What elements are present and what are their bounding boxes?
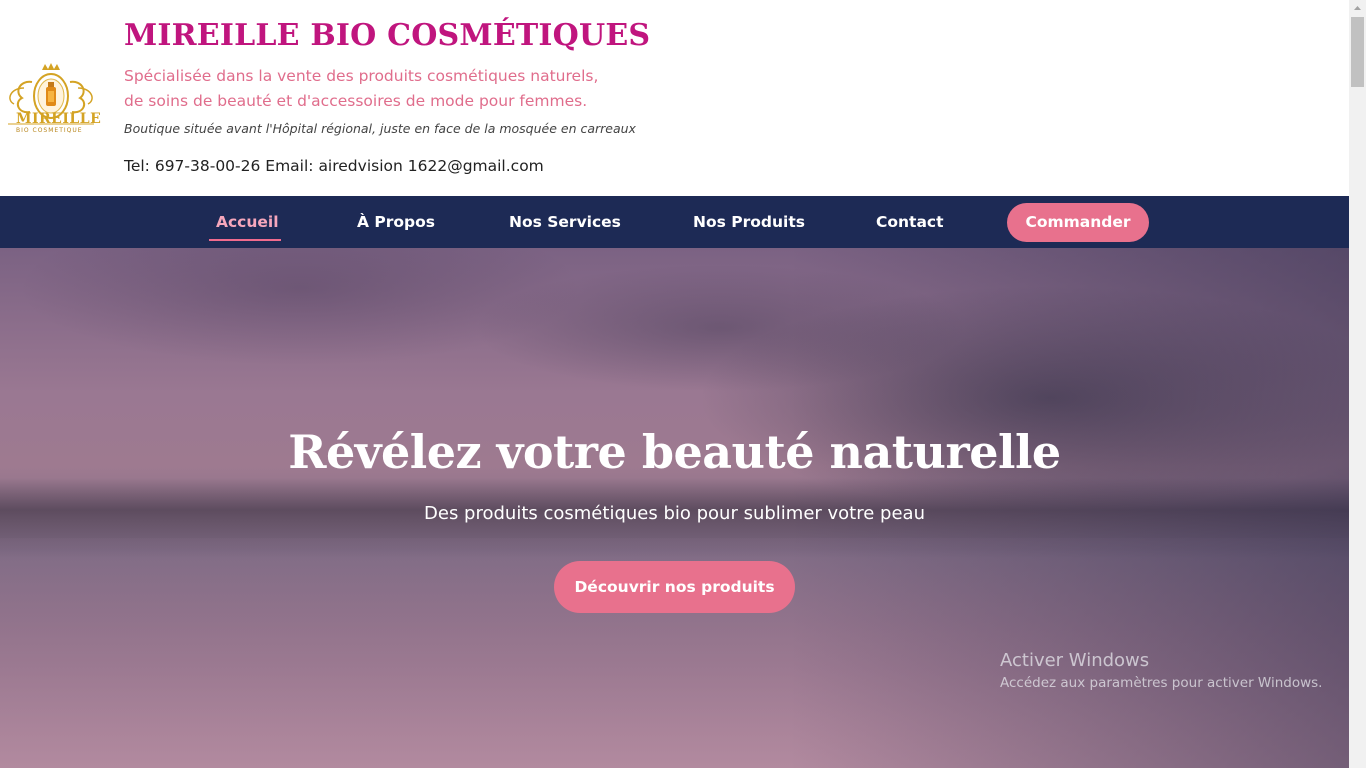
windows-activation-watermark: Activer Windows Accédez aux paramètres p… (1000, 650, 1322, 691)
nav-item-nos-produits[interactable]: Nos Produits (693, 196, 805, 248)
store-address: Boutique située avant l'Hôpital régional… (124, 121, 636, 136)
page-scrollbar[interactable] (1349, 0, 1366, 768)
logo-text: MIREILLE (16, 111, 102, 127)
contact-info: Tel: 697-38-00-26 Email: airedvision 162… (124, 157, 544, 175)
brand-description: Spécialisée dans la vente des produits c… (124, 64, 598, 114)
site-header: MIREILLE BIO COSMETIQUE MIREILLE BIO COS… (0, 0, 1349, 196)
brand-title: MIREILLE BIO COSMÉTIQUES (124, 18, 651, 53)
brand-description-line1: Spécialisée dans la vente des produits c… (124, 67, 599, 85)
nav-item-nos-services[interactable]: Nos Services (509, 196, 621, 248)
scrollbar-thumb[interactable] (1351, 17, 1364, 87)
scroll-up-arrow-icon[interactable] (1349, 0, 1366, 17)
windows-activation-message: Accédez aux paramètres pour activer Wind… (1000, 675, 1323, 691)
discover-products-button[interactable]: Découvrir nos produits (554, 561, 795, 613)
logo-subtext: BIO COSMETIQUE (16, 127, 83, 134)
hero-title: Révélez votre beauté naturelle (288, 425, 1061, 479)
brand-logo[interactable]: MIREILLE BIO COSMETIQUE (2, 62, 102, 136)
nav-active-indicator (209, 239, 281, 241)
order-button[interactable]: Commander (1007, 203, 1149, 242)
brand-description-line2: de soins de beauté et d'accessoires de m… (124, 92, 588, 110)
hero-subtitle: Des produits cosmétiques bio pour sublim… (424, 503, 925, 524)
windows-activation-title: Activer Windows (1000, 650, 1150, 671)
nav-item-a-propos[interactable]: À Propos (357, 196, 435, 248)
nav-item-contact[interactable]: Contact (876, 196, 944, 248)
